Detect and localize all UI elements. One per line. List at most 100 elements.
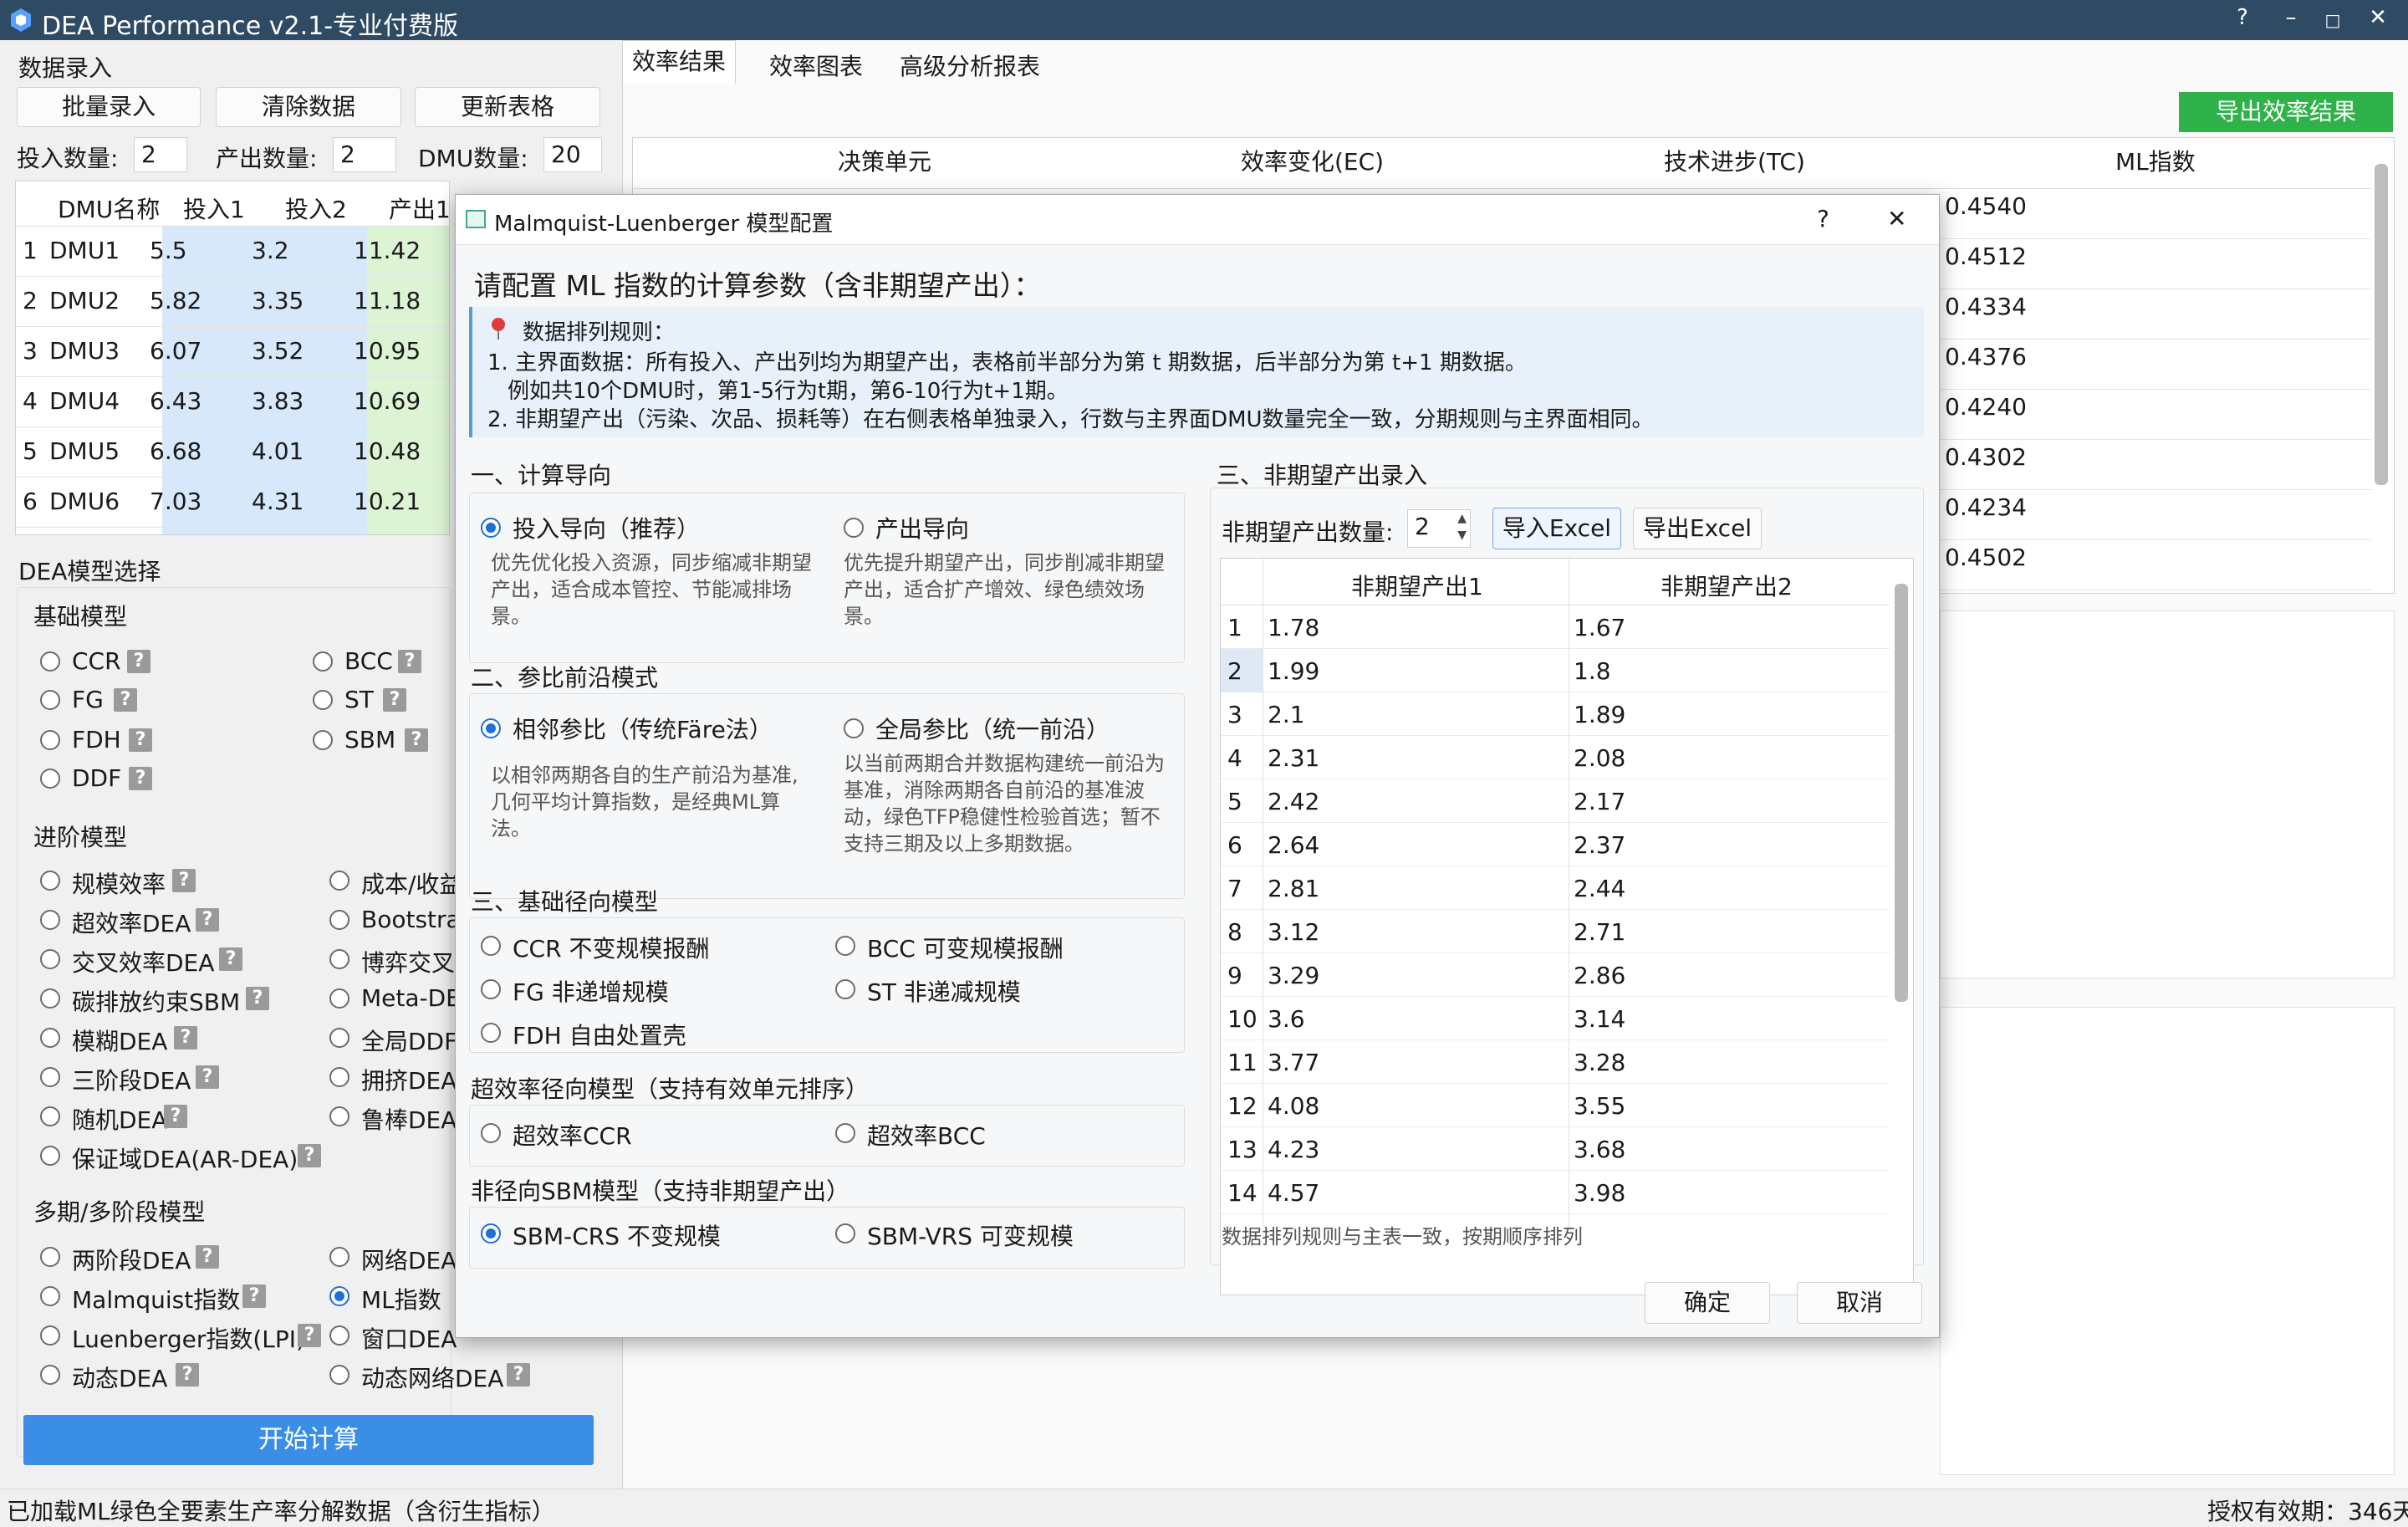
table-cell[interactable]: 10.21 (354, 488, 421, 515)
undesirable-row[interactable] (1221, 692, 1890, 736)
undesirable-cell-2[interactable]: 2.08 (1574, 744, 1625, 772)
adv-model-right-5-radio[interactable] (329, 1067, 349, 1087)
table-cell[interactable]: 5 (23, 437, 38, 465)
undesirable-cell-1[interactable]: 3.6 (1268, 1005, 1305, 1033)
undesirable-row[interactable] (1221, 1084, 1890, 1127)
close-button[interactable]: ✕ (2361, 5, 2395, 30)
export-excel-button[interactable]: 导出Excel (1633, 508, 1762, 549)
undesirable-cell-1[interactable]: 1.78 (1268, 614, 1319, 641)
ok-button[interactable]: 确定 (1645, 1282, 1770, 1324)
batch-entry-button[interactable]: 批量录入 (17, 87, 201, 127)
table-cell[interactable]: 4.01 (252, 437, 304, 465)
undesirable-cell-2[interactable]: 2.17 (1574, 788, 1625, 815)
ml-index-value[interactable]: 0.4234 (1945, 493, 2027, 521)
help-icon[interactable]: ? (507, 1363, 530, 1387)
bcc-radio[interactable] (835, 936, 855, 956)
table-cell[interactable]: DMU3 (49, 337, 120, 365)
tab-efficiency-charts[interactable]: 效率图表 (769, 49, 863, 82)
adv-model-right-4-radio[interactable] (329, 1028, 349, 1048)
table-cell[interactable]: DMU2 (49, 287, 120, 314)
adv-model-right-6-radio[interactable] (329, 1106, 349, 1126)
undesirable-cell-1[interactable]: 2.1 (1268, 701, 1305, 728)
undesirable-cell-2[interactable]: 3.28 (1574, 1049, 1625, 1076)
help-icon[interactable]: ? (398, 650, 421, 673)
tab-advanced-report[interactable]: 高级分析报表 (900, 49, 1040, 82)
help-icon[interactable]: ? (127, 650, 150, 673)
undesirable-row[interactable] (1221, 866, 1890, 910)
results-scrollbar[interactable] (2375, 164, 2388, 485)
model-ccr-radio[interactable] (40, 651, 60, 672)
ml-index-value[interactable]: 0.4240 (1945, 393, 2027, 421)
ml-index-value[interactable]: 0.4540 (1945, 192, 2027, 220)
table-cell[interactable]: 6.07 (150, 337, 202, 365)
undesirable-row[interactable] (1221, 736, 1890, 779)
multi-model-left-3-radio[interactable] (40, 1365, 60, 1385)
multi-model-left-1-radio[interactable] (40, 1286, 60, 1306)
undesirable-cell-2[interactable]: 2.37 (1574, 831, 1625, 859)
undesirable-count-spinbox[interactable]: 2 ▲ ▼ (1407, 509, 1471, 548)
undesirable-cell-2[interactable]: 3.14 (1574, 1005, 1625, 1033)
super-bcc-radio[interactable] (835, 1123, 855, 1143)
start-calculation-button[interactable]: 开始计算 (23, 1415, 594, 1465)
adv-model-left-6-radio[interactable] (40, 1106, 60, 1126)
outputs-count-field[interactable]: 2 (333, 137, 396, 172)
adv-model-left-4-radio[interactable] (40, 1028, 60, 1048)
undesirable-row[interactable] (1221, 1040, 1890, 1084)
table-cell[interactable]: DMU1 (49, 237, 120, 264)
help-icon[interactable]: ? (405, 728, 428, 752)
undesirable-row[interactable] (1221, 649, 1890, 692)
cancel-button[interactable]: 取消 (1797, 1282, 1922, 1324)
table-cell[interactable]: 10.95 (354, 337, 421, 365)
undesirable-row[interactable] (1221, 779, 1890, 823)
help-icon[interactable]: ? (298, 1144, 321, 1167)
tab-efficiency-results[interactable]: 效率结果 (622, 40, 736, 84)
dialog-help-button[interactable]: ? (1817, 205, 1829, 232)
ml-index-value[interactable]: 0.4512 (1945, 243, 2027, 270)
undesirable-cell-2[interactable]: 2.71 (1574, 918, 1625, 946)
sbm-crs-radio[interactable] (481, 1223, 501, 1244)
undesirable-row[interactable] (1221, 997, 1890, 1040)
undesirable-cell-1[interactable]: 4.23 (1268, 1136, 1319, 1163)
multi-model-left-0-radio[interactable] (40, 1247, 60, 1267)
help-icon[interactable]: ? (129, 767, 152, 790)
table-cell[interactable]: 7.03 (150, 488, 202, 515)
table-cell[interactable]: 11.18 (354, 287, 421, 314)
sbm-vrs-radio[interactable] (835, 1223, 855, 1244)
st-radio[interactable] (835, 979, 855, 999)
adv-model-left-2-radio[interactable] (40, 949, 60, 969)
adv-model-left-0-radio[interactable] (40, 871, 60, 891)
undesirable-cell-2[interactable]: 1.89 (1574, 701, 1625, 728)
undesirable-row[interactable] (1221, 910, 1890, 953)
undesirable-cell-2[interactable]: 3.68 (1574, 1136, 1625, 1163)
table-cell[interactable]: 3.35 (252, 287, 304, 314)
undesirable-row[interactable] (1221, 823, 1890, 866)
spin-arrows-icon[interactable]: ▲ ▼ (1457, 510, 1467, 544)
table-cell[interactable]: 3.2 (252, 237, 289, 264)
table-cell[interactable]: 10.69 (354, 387, 421, 415)
help-icon[interactable]: ? (196, 908, 219, 932)
undesirable-cell-1[interactable]: 4.57 (1268, 1179, 1319, 1207)
help-icon[interactable]: ? (246, 987, 269, 1010)
table-cell[interactable]: 1 (23, 237, 38, 264)
model-fg-radio[interactable] (40, 690, 60, 710)
undesirable-cell-1[interactable]: 3.12 (1268, 918, 1319, 946)
ml-index-value[interactable]: 0.4376 (1945, 343, 2027, 370)
multi-model-right-0-radio[interactable] (329, 1247, 349, 1267)
undesirable-cell-2[interactable]: 3.55 (1574, 1092, 1625, 1120)
import-excel-button[interactable]: 导入Excel (1492, 508, 1621, 549)
export-results-button[interactable]: 导出效率结果(Excel) (2179, 92, 2393, 166)
help-icon[interactable]: ? (219, 947, 242, 971)
model-ddf-radio[interactable] (40, 769, 60, 789)
adv-model-right-1-radio[interactable] (329, 910, 349, 930)
undesirable-cell-1[interactable]: 2.31 (1268, 744, 1319, 772)
inputs-count-field[interactable]: 2 (134, 137, 187, 172)
help-icon[interactable]: ? (298, 1324, 321, 1347)
multi-model-right-2-radio[interactable] (329, 1325, 349, 1346)
dmu-count-field[interactable]: 20 (543, 137, 602, 172)
table-cell[interactable]: 10.48 (354, 437, 421, 465)
undesirable-row[interactable] (1221, 1171, 1890, 1214)
table-cell[interactable]: 4.31 (252, 488, 304, 515)
dialog-close-button[interactable]: ✕ (1887, 205, 1906, 232)
undesirable-cell-2[interactable]: 2.86 (1574, 962, 1625, 989)
adv-model-right-2-radio[interactable] (329, 949, 349, 969)
